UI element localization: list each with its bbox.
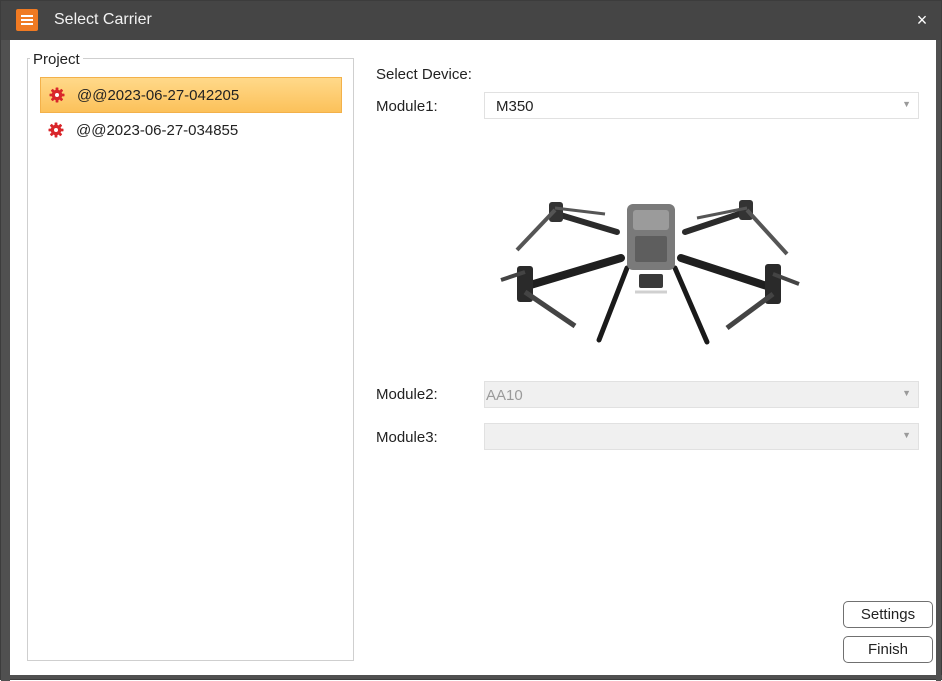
module2-select[interactable]: AA10 ▼: [484, 381, 919, 408]
project-gear-icon: [49, 87, 65, 103]
project-item-1[interactable]: @@2023-06-27-042205: [40, 77, 342, 113]
module3-label: Module3:: [376, 429, 438, 446]
project-item-2[interactable]: @@2023-06-27-034855: [40, 113, 342, 149]
dropdown-arrow-icon: ▼: [902, 430, 911, 440]
finish-button[interactable]: Finish: [843, 636, 933, 663]
module2-label: Module2:: [376, 386, 438, 403]
window-title: Select Carrier: [54, 11, 152, 28]
module1-label: Module1:: [376, 98, 438, 115]
window-right-border: [936, 40, 941, 681]
module1-value: M350: [496, 98, 534, 115]
dropdown-arrow-icon: ▼: [902, 99, 911, 109]
select-device-heading: Select Device:: [376, 66, 472, 83]
dropdown-arrow-icon: ▼: [902, 388, 911, 398]
project-gear-icon: [48, 122, 64, 138]
settings-button[interactable]: Settings: [843, 601, 933, 628]
close-icon[interactable]: ×: [912, 10, 932, 30]
module1-select[interactable]: M350 ▼: [484, 92, 919, 119]
window-left-border: [1, 40, 10, 681]
module3-select[interactable]: ▼: [484, 423, 919, 450]
module2-value: AA10: [486, 387, 523, 404]
project-group-label: Project: [30, 51, 83, 68]
title-bar: Select Carrier ×: [1, 1, 941, 40]
project-item-label: @@2023-06-27-042205: [77, 87, 240, 104]
project-list: @@2023-06-27-042205 @@2023-06-27-034855: [27, 58, 354, 661]
window-bottom-border: [1, 675, 942, 679]
select-carrier-dialog: Select Carrier × @@2023-06-27-042205 @@2…: [0, 0, 942, 681]
app-menu-icon: [16, 9, 38, 31]
project-item-label: @@2023-06-27-034855: [76, 122, 239, 139]
drone-image: [500, 200, 800, 345]
